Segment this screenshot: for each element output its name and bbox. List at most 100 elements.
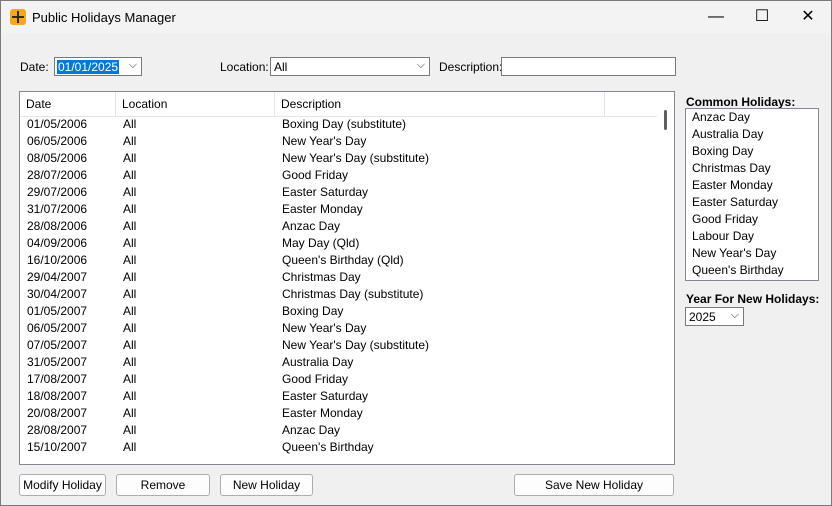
table-row[interactable]: 04/09/2006 All May Day (Qld) [20,235,657,252]
cell-date: 07/05/2007 [27,338,88,352]
cell-date: 30/04/2007 [27,287,88,301]
cell-location: All [123,440,137,454]
cell-location: All [123,270,137,284]
cell-date: 31/05/2007 [27,355,88,369]
cell-description: New Year's Day [282,134,367,148]
cell-date: 28/08/2006 [27,219,88,233]
save-new-holiday-button[interactable]: Save New Holiday [514,474,674,496]
year-select[interactable]: 2025 ⌵ [685,307,744,326]
table-row[interactable]: 07/05/2007 All New Year's Day (substitute) [20,337,657,354]
list-item[interactable]: New Year's Day [686,245,818,262]
table-row[interactable]: 01/05/2006 All Boxing Day (substitute) [20,116,657,133]
app-icon [10,9,26,25]
new-holiday-button[interactable]: New Holiday [220,474,313,496]
table-row[interactable]: 30/04/2007 All Christmas Day (substitute) [20,286,657,303]
common-holidays-list[interactable]: Anzac Day Australia Day Boxing Day Christma… [685,108,819,281]
table-row[interactable]: 28/08/2006 All Anzac Day [20,218,657,235]
description-input[interactable] [501,57,676,76]
maximize-button[interactable]: ☐ [739,1,785,33]
list-item[interactable]: Easter Saturday [686,194,818,211]
cell-location: All [123,338,137,352]
cell-description: Australia Day [282,355,354,369]
title-bar[interactable]: Public Holidays Manager — ☐ ✕ [1,1,831,33]
cell-date: 31/07/2006 [27,202,88,216]
table-row[interactable]: 28/07/2006 All Good Friday [20,167,657,184]
cell-date: 06/05/2007 [27,321,88,335]
table-header: Date Location Description [20,92,657,117]
cell-description: New Year's Day [282,321,367,335]
table-row[interactable]: 31/05/2007 All Australia Day [20,354,657,371]
cell-date: 06/05/2006 [27,134,88,148]
table-row[interactable]: 20/08/2007 All Easter Monday [20,405,657,422]
description-label: Description: [439,60,503,74]
chevron-down-icon[interactable]: ⌵ [731,309,739,322]
cell-description: Easter Saturday [282,185,369,199]
close-button[interactable]: ✕ [785,1,831,33]
cell-location: All [123,304,137,318]
table-row[interactable]: 06/05/2007 All New Year's Day [20,320,657,337]
cell-description: Queen's Birthday [282,440,374,454]
cell-description: Boxing Day (substitute) [282,117,407,131]
cell-date: 20/08/2007 [27,406,88,420]
cell-description: Good Friday [282,168,349,182]
table-row[interactable]: 16/10/2006 All Queen's Birthday (Qld) [20,252,657,269]
cell-description: Anzac Day [282,219,341,233]
cell-location: All [123,168,137,182]
cell-description: Easter Monday [282,406,363,420]
list-item[interactable]: Queen's Birthday [686,262,818,279]
table-row[interactable]: 29/07/2006 All Easter Saturday [20,184,657,201]
remove-button[interactable]: Remove [116,474,210,496]
list-item[interactable]: Anzac Day [686,109,818,126]
cell-date: 15/10/2007 [27,440,88,454]
list-item[interactable]: Australia Day [686,126,818,143]
column-header-description[interactable]: Description [275,92,605,116]
cell-date: 16/10/2006 [27,253,88,267]
list-item[interactable]: Boxing Day [686,143,818,160]
list-item[interactable]: Christmas Day [686,160,818,177]
cell-date: 17/08/2007 [27,372,88,386]
column-header-location[interactable]: Location [116,92,275,116]
date-picker[interactable]: 01/01/2025 ⌵ [54,57,142,76]
location-select[interactable]: All ⌵ [270,57,430,76]
location-label: Location: [220,60,269,74]
cell-location: All [123,355,137,369]
cell-description: Anzac Day [282,423,341,437]
cell-description: Christmas Day (substitute) [282,287,424,301]
main-window: Public Holidays Manager — ☐ ✕ Date: 01/0… [0,0,832,506]
common-holidays-label: Common Holidays: [686,95,796,109]
scrollbar-thumb[interactable] [664,110,667,130]
table-row[interactable]: 01/05/2007 All Boxing Day [20,303,657,320]
chevron-down-icon[interactable]: ⌵ [417,59,425,72]
cell-location: All [123,321,137,335]
list-item[interactable]: Labour Day [686,228,818,245]
table-row[interactable]: 17/08/2007 All Good Friday [20,371,657,388]
cell-description: New Year's Day (substitute) [282,151,430,165]
holidays-table[interactable]: Date Location Description 01/05/2006 All B… [19,91,675,465]
table-row[interactable]: 15/10/2007 All Queen's Birthday [20,439,657,456]
year-label: Year For New Holidays: [686,292,820,306]
cell-description: Easter Saturday [282,389,369,403]
table-row[interactable]: 18/08/2007 All Easter Saturday [20,388,657,405]
modify-holiday-button[interactable]: Modify Holiday [19,474,106,496]
location-value: All [274,60,288,74]
cell-location: All [123,185,137,199]
cell-location: All [123,389,137,403]
list-item[interactable]: Easter Monday [686,177,818,194]
table-row[interactable]: 08/05/2006 All New Year's Day (substitute) [20,150,657,167]
cell-date: 28/08/2007 [27,423,88,437]
cell-description: Queen's Birthday (Qld) [282,253,404,267]
table-row[interactable]: 28/08/2007 All Anzac Day [20,422,657,439]
chevron-down-icon[interactable]: ⌵ [129,59,137,72]
table-row[interactable]: 29/04/2007 All Christmas Day [20,269,657,286]
list-item[interactable]: Good Friday [686,211,818,228]
column-header-date[interactable]: Date [20,92,116,116]
cell-location: All [123,202,137,216]
cell-date: 08/05/2006 [27,151,88,165]
cell-date: 04/09/2006 [27,236,88,250]
year-value: 2025 [689,310,716,324]
table-row[interactable]: 31/07/2006 All Easter Monday [20,201,657,218]
table-row[interactable]: 06/05/2006 All New Year's Day [20,133,657,150]
vertical-scrollbar[interactable] [657,92,674,464]
minimize-button[interactable]: — [693,1,739,33]
cell-description: Boxing Day [282,304,344,318]
